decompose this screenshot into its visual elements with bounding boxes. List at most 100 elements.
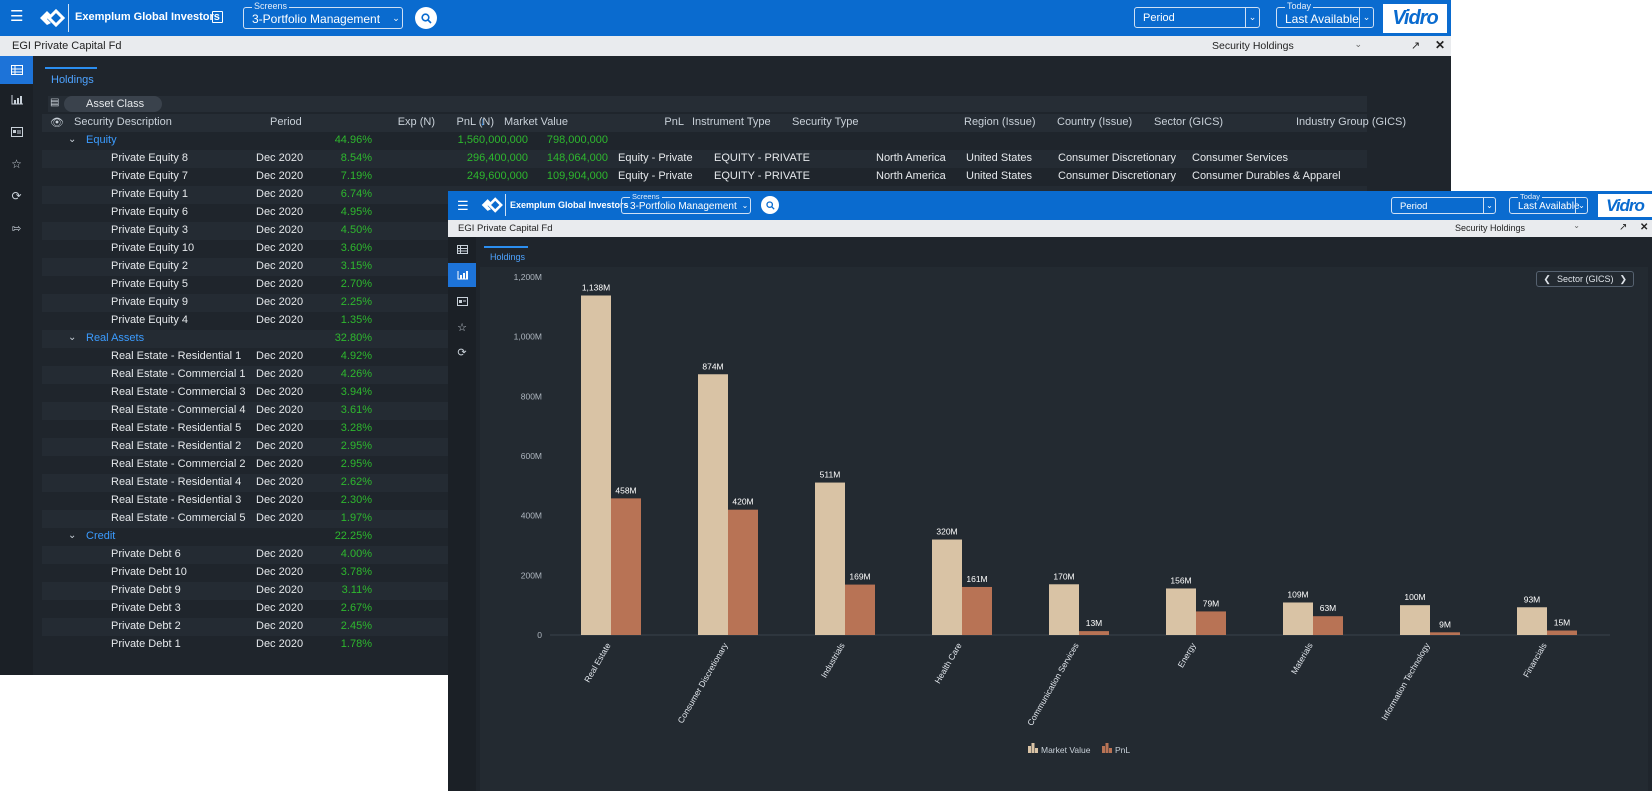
chevron-down-icon[interactable]: ⌄ <box>68 530 76 541</box>
sub-bar: EGI Private Capital Fd Security Holdings… <box>448 220 1652 237</box>
data-label: 170M <box>1053 571 1074 581</box>
group-chip-asset-class[interactable]: Asset Class <box>64 96 162 112</box>
chart-view-icon[interactable] <box>448 263 476 287</box>
refresh-icon[interactable]: ⟳ <box>448 342 476 362</box>
data-label: 13M <box>1086 618 1103 628</box>
x-tick-label: Industrials <box>819 641 847 680</box>
col-country[interactable]: Country (Issue) <box>1057 116 1132 128</box>
menu-icon[interactable]: ☰ <box>10 9 24 24</box>
col-period[interactable]: Period <box>270 116 302 128</box>
chart-view-icon[interactable] <box>0 88 33 112</box>
security-name: Real Estate - Residential 4 <box>111 476 242 488</box>
today-select[interactable]: Today Last Available ⌄ <box>1509 192 1588 214</box>
cell-exp: 1.97% <box>340 512 372 524</box>
refresh-icon[interactable]: ⟳ <box>0 184 33 208</box>
bar-pnl <box>1313 616 1343 635</box>
security-name: Real Estate - Commercial 3 <box>111 386 246 398</box>
chevron-down-icon: ⌄ <box>1245 8 1259 27</box>
star-icon[interactable]: ☆ <box>0 152 33 176</box>
group-toggle-icon[interactable]: ▤ <box>50 97 59 108</box>
col-region[interactable]: Region (Issue) <box>964 116 1036 128</box>
cell-exp: 6.74% <box>340 188 372 200</box>
chevron-left-icon[interactable]: ❮ <box>1543 274 1551 285</box>
col-industry[interactable]: Industry Group (GICS) <box>1296 116 1406 128</box>
col-sector[interactable]: Sector (GICS) <box>1154 116 1223 128</box>
card-view-icon[interactable] <box>0 120 33 144</box>
chevron-down-icon[interactable]: ⌄ <box>68 134 76 145</box>
cell-exp: 3.15% <box>340 260 372 272</box>
sub-bar: EGI Private Capital Fd Security Holdings… <box>0 36 1451 56</box>
security-name: Private Equity 6 <box>111 206 189 218</box>
today-select[interactable]: Today Last Available ⌄ <box>1276 1 1374 28</box>
bar-market-value <box>1166 588 1196 635</box>
view-select[interactable]: Security Holdings ⌄ <box>1208 38 1368 54</box>
grid-view-icon[interactable] <box>0 56 33 84</box>
cell-period: Dec 2020 <box>256 476 304 488</box>
cell-period: Dec 2020 <box>256 512 304 524</box>
cell-exp: 4.92% <box>340 350 372 362</box>
star-icon[interactable]: ☆ <box>448 317 476 337</box>
data-label: 100M <box>1404 592 1425 602</box>
y-tick-label: 400M <box>521 511 542 521</box>
popout-icon[interactable]: ↗ <box>1411 39 1420 52</box>
group-row[interactable]: ⌄ Equity 44.96% 1,560,000,000 798,000,000 <box>42 132 1367 150</box>
col-security-type[interactable]: Security Type <box>792 116 858 128</box>
sort-desc-icon[interactable]: ↓ <box>480 116 486 128</box>
period-select[interactable]: Period ⌄ <box>1391 197 1496 214</box>
cell-instrument: Equity - Private <box>618 170 693 182</box>
chevron-down-icon: ⌄ <box>1359 8 1373 27</box>
x-tick-label: Consumer Discretionary <box>675 640 730 725</box>
cell-mv: 249,600,000 <box>466 170 528 182</box>
search-button[interactable] <box>761 196 779 214</box>
cell-period: Dec 2020 <box>256 584 304 596</box>
x-tick-label: Health Care <box>932 641 963 686</box>
data-label: 511M <box>820 470 841 480</box>
period-value: Period <box>1143 12 1175 24</box>
cell-exp: 1.78% <box>340 638 372 650</box>
vidro-logo: Vidro <box>1598 194 1652 217</box>
cell-period: Dec 2020 <box>256 314 304 326</box>
tab-holdings[interactable]: Holdings <box>490 252 525 262</box>
vidro-logo: Vidro <box>1383 4 1447 33</box>
group-exp: 32.80% <box>334 332 372 344</box>
legend-swatch <box>1031 743 1035 753</box>
screens-value: 3-Portfolio Management <box>252 12 381 26</box>
logo-icon <box>478 194 504 216</box>
cell-country: United States <box>966 152 1033 164</box>
col-pnl[interactable]: PnL <box>602 116 684 128</box>
security-name: Real Estate - Commercial 2 <box>111 458 246 470</box>
side-rail: ☆ ⟳ ⇰ <box>0 56 33 675</box>
tab-holdings[interactable]: Holdings <box>51 74 94 86</box>
export-icon[interactable]: ⇰ <box>0 216 33 240</box>
table-row[interactable]: Private Equity 8 Dec 2020 8.54% 296,400,000… <box>42 150 1367 168</box>
eye-icon[interactable]: 👁 <box>50 116 64 129</box>
col-market-value[interactable]: Market Value <box>492 116 568 128</box>
group-exp: 44.96% <box>334 134 372 146</box>
cell-sectype: EQUITY - PRIVATE <box>714 152 810 164</box>
cell-period: Dec 2020 <box>256 188 304 200</box>
legend-swatch <box>1105 743 1109 753</box>
grid-view-icon[interactable] <box>448 239 476 259</box>
close-icon[interactable]: ✕ <box>1640 222 1648 233</box>
cell-period: Dec 2020 <box>256 494 304 506</box>
screens-select[interactable]: Screens 3-Portfolio Management ⌄ <box>243 1 403 29</box>
period-select[interactable]: Period ⌄ <box>1134 7 1260 28</box>
save-icon[interactable] <box>212 11 223 23</box>
col-instrument[interactable]: Instrument Type <box>692 116 771 128</box>
top-bar: ☰ Exemplum Global Investors Screens 3-Po… <box>448 191 1652 220</box>
table-row[interactable]: Private Equity 7 Dec 2020 7.19% 249,600,000… <box>42 168 1367 186</box>
chart-window-front: ☰ Exemplum Global Investors Screens 3-Po… <box>448 191 1652 791</box>
popout-icon[interactable]: ↗ <box>1619 222 1627 233</box>
chevron-down-icon[interactable]: ⌄ <box>68 332 76 343</box>
chevron-right-icon[interactable]: ❯ <box>1619 274 1627 285</box>
card-view-icon[interactable] <box>448 291 476 311</box>
view-select[interactable]: Security Holdings ⌄ <box>1452 221 1584 235</box>
menu-icon[interactable]: ☰ <box>457 198 469 214</box>
search-button[interactable] <box>415 7 437 29</box>
screens-select[interactable]: Screens 3-Portfolio Management ⌄ <box>621 192 751 214</box>
col-security[interactable]: Security Description <box>74 116 172 128</box>
close-icon[interactable]: ✕ <box>1435 38 1445 52</box>
cell-exp: 3.94% <box>340 386 372 398</box>
cell-period: Dec 2020 <box>256 440 304 452</box>
sector-nav[interactable]: ❮ Sector (GICS) ❯ <box>1536 271 1634 287</box>
